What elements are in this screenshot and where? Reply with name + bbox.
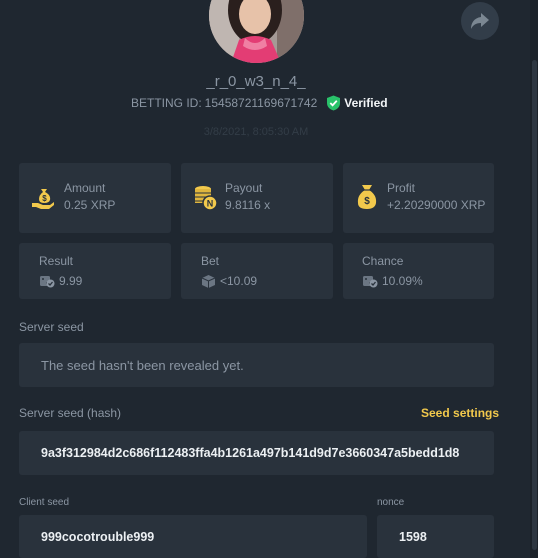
verified-shield-icon: [326, 95, 344, 111]
bet-card: Bet <10.09: [181, 243, 333, 299]
server-seed-label: Server seed: [19, 320, 84, 334]
bet-timestamp: 3/8/2021, 8:05:30 AM: [203, 126, 309, 138]
verified-badge: Verified: [326, 95, 388, 111]
chance-card: Chance 10.09%: [343, 243, 494, 299]
result-label: Result: [39, 254, 74, 268]
profit-label: Profit: [387, 181, 416, 195]
verified-label: Verified: [344, 96, 388, 110]
chance-label: Chance: [362, 254, 404, 268]
username: _r_0_w3_n_4_: [206, 73, 306, 90]
avatar: [209, 0, 304, 63]
betting-id-label: BETTING ID:: [131, 96, 202, 110]
money-bag-hand-icon: $: [30, 185, 56, 216]
amount-label: Amount: [64, 181, 106, 195]
seed-settings-link[interactable]: Seed settings: [421, 406, 499, 420]
coin-stack-icon: N: [193, 184, 219, 217]
scrollbar[interactable]: [530, 0, 538, 558]
scrollbar-thumb[interactable]: [532, 60, 537, 550]
server-seed-hash-label: Server seed (hash): [19, 406, 122, 420]
svg-text:$: $: [42, 194, 47, 203]
chance-value: 10.09%: [382, 274, 423, 288]
payout-label: Payout: [225, 181, 263, 195]
bet-value: <10.09: [220, 274, 258, 288]
share-icon: [470, 12, 490, 30]
bet-label: Bet: [201, 254, 220, 268]
svg-text:N: N: [207, 199, 214, 209]
dollar-bag-icon: $: [355, 183, 379, 216]
dice-check-icon: [362, 274, 378, 293]
result-card: Result 9.99: [19, 243, 171, 299]
cube-icon: [201, 274, 216, 294]
server-seed-field: The seed hasn't been revealed yet.: [19, 343, 494, 387]
nonce-field[interactable]: 1598: [377, 515, 494, 558]
client-seed-label: Client seed: [19, 497, 70, 508]
share-button[interactable]: [461, 2, 499, 40]
client-seed-field[interactable]: 999cocotrouble999: [19, 515, 367, 558]
amount-card: $ Amount 0.25 XRP: [19, 163, 171, 233]
betting-id-line: BETTING ID: 15458721169671742 Verified: [131, 95, 388, 111]
result-value: 9.99: [59, 274, 83, 288]
server-seed-hash-field[interactable]: 9a3f312984d2c686f112483ffa4b1261a497b141…: [19, 431, 494, 475]
profit-card: $ Profit +2.20290000 XRP: [343, 163, 494, 233]
betting-id-value: 15458721169671742: [204, 96, 318, 110]
dice-check-icon: [39, 274, 55, 293]
profit-value: +2.20290000 XRP: [387, 198, 486, 212]
amount-value: 0.25 XRP: [64, 198, 116, 212]
payout-card: N Payout 9.8116 x: [181, 163, 333, 233]
payout-value: 9.8116 x: [225, 198, 271, 212]
svg-text:$: $: [364, 196, 370, 207]
nonce-label: nonce: [377, 497, 405, 508]
